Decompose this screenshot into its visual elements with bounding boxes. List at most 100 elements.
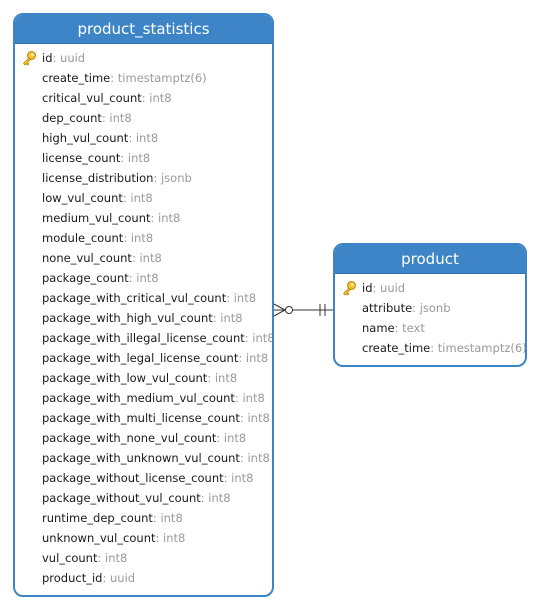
field-row[interactable]: id: uuid — [335, 278, 525, 298]
field-type-separator: : — [372, 281, 381, 295]
field-row[interactable]: package_with_low_vul_count: int8 — [15, 368, 272, 388]
table-title: product_statistics — [15, 15, 272, 44]
field-type: int8 — [136, 271, 159, 285]
field-name: package_without_vul_count — [42, 491, 201, 505]
field-row[interactable]: package_with_legal_license_count: int8 — [15, 348, 272, 368]
field-row[interactable]: package_with_medium_vul_count: int8 — [15, 388, 272, 408]
field-type: int8 — [247, 451, 270, 465]
field-type: timestamptz(6) — [117, 71, 207, 85]
field-type: int8 — [160, 511, 183, 525]
field-type-separator: : — [412, 301, 420, 315]
field-type: int8 — [135, 131, 159, 145]
field-type: int8 — [139, 251, 162, 265]
field-type: uuid — [110, 571, 136, 585]
field-row[interactable]: module_count: int8 — [15, 228, 272, 248]
field-name: license_distribution — [42, 171, 154, 185]
field-type-separator: : — [128, 131, 136, 145]
field-name: package_count — [42, 271, 129, 285]
field-type-separator: : — [52, 51, 61, 65]
field-type-separator: : — [97, 551, 106, 565]
field-type: int8 — [158, 211, 181, 225]
table-product[interactable]: product id: uuid attribute: jsonb name: te… — [333, 243, 527, 367]
field-type: int8 — [130, 231, 154, 245]
field-type-separator: : — [430, 341, 438, 355]
field-name: critical_vul_count — [42, 91, 142, 105]
field-name: id — [42, 51, 53, 65]
field-row[interactable]: critical_vul_count: int8 — [15, 88, 272, 108]
field-type: text — [402, 321, 425, 335]
field-name: package_with_low_vul_count — [42, 371, 208, 385]
field-type: timestamptz(6) — [437, 341, 527, 355]
field-row[interactable]: package_with_critical_vul_count: int8 — [15, 288, 272, 308]
field-type: int8 — [208, 491, 231, 505]
field-row[interactable]: package_count: int8 — [15, 268, 272, 288]
table-title: product — [335, 245, 525, 274]
field-type-separator: : — [155, 531, 164, 545]
field-row[interactable]: create_time: timestamptz(6) — [335, 338, 525, 358]
field-name: medium_vul_count — [42, 211, 151, 225]
field-name: package_with_none_vul_count — [42, 431, 217, 445]
field-name: package_without_license_count — [42, 471, 224, 485]
field-name: unknown_vul_count — [42, 531, 156, 545]
field-name: license_count — [42, 151, 121, 165]
field-row[interactable]: package_without_vul_count: int8 — [15, 488, 272, 508]
field-row[interactable]: package_with_high_vul_count: int8 — [15, 308, 272, 328]
field-row[interactable]: attribute: jsonb — [335, 298, 525, 318]
field-name: module_count — [42, 231, 124, 245]
field-name: package_with_legal_license_count — [42, 351, 239, 365]
field-name: none_vul_count — [42, 251, 132, 265]
field-row[interactable]: runtime_dep_count: int8 — [15, 508, 272, 528]
primary-key-icon — [21, 50, 37, 66]
field-row[interactable]: license_count: int8 — [15, 148, 272, 168]
field-type-separator: : — [207, 371, 215, 385]
field-row[interactable]: vul_count: int8 — [15, 548, 272, 568]
field-row[interactable]: none_vul_count: int8 — [15, 248, 272, 268]
field-row[interactable]: high_vul_count: int8 — [15, 128, 272, 148]
crows-foot-zero-many-icon — [273, 303, 293, 317]
field-row[interactable]: id: uuid — [15, 48, 272, 68]
field-row[interactable]: dep_count: int8 — [15, 108, 272, 128]
field-type-separator: : — [216, 431, 224, 445]
field-name: id — [362, 281, 373, 295]
one-and-only-one-icon — [319, 304, 326, 316]
field-row[interactable]: create_time: timestamptz(6) — [15, 68, 272, 88]
field-type: int8 — [242, 391, 265, 405]
field-row[interactable]: package_with_multi_license_count: int8 — [15, 408, 272, 428]
table-product-statistics[interactable]: product_statistics id: uuid create_time: … — [13, 13, 274, 597]
field-row[interactable]: product_id: uuid — [15, 568, 272, 588]
field-name: create_time — [362, 341, 431, 355]
field-row[interactable]: unknown_vul_count: int8 — [15, 528, 272, 548]
field-row[interactable]: medium_vul_count: int8 — [15, 208, 272, 228]
field-name: attribute — [362, 301, 413, 315]
field-type-separator: : — [153, 171, 161, 185]
field-type-separator: : — [226, 291, 234, 305]
primary-key-icon — [341, 280, 357, 296]
field-type: int8 — [109, 111, 132, 125]
field-type: int8 — [247, 411, 270, 425]
field-name: high_vul_count — [42, 131, 129, 145]
field-row[interactable]: low_vul_count: int8 — [15, 188, 272, 208]
field-list: id: uuid create_time: timestamptz(6) criti… — [15, 44, 272, 588]
field-type: uuid — [380, 281, 406, 295]
field-type: int8 — [214, 371, 238, 385]
field-type-separator: : — [123, 231, 131, 245]
field-name: create_time — [42, 71, 111, 85]
field-type: int8 — [130, 191, 153, 205]
field-type: int8 — [252, 331, 274, 345]
field-type: int8 — [231, 471, 254, 485]
field-row[interactable]: name: text — [335, 318, 525, 338]
field-row[interactable]: package_with_illegal_license_count: int8 — [15, 328, 272, 348]
field-type: jsonb — [419, 301, 451, 315]
field-row[interactable]: package_with_none_vul_count: int8 — [15, 428, 272, 448]
field-name: package_with_critical_vul_count — [42, 291, 227, 305]
field-row[interactable]: package_without_license_count: int8 — [15, 468, 272, 488]
field-type: int8 — [149, 91, 172, 105]
field-name: package_with_high_vul_count — [42, 311, 213, 325]
field-row[interactable]: package_with_unknown_vul_count: int8 — [15, 448, 272, 468]
field-type: int8 — [127, 151, 151, 165]
field-type-separator: : — [150, 211, 159, 225]
field-type: int8 — [163, 531, 186, 545]
field-type-separator: : — [102, 571, 111, 585]
field-type-separator: : — [238, 351, 246, 365]
field-row[interactable]: license_distribution: jsonb — [15, 168, 272, 188]
